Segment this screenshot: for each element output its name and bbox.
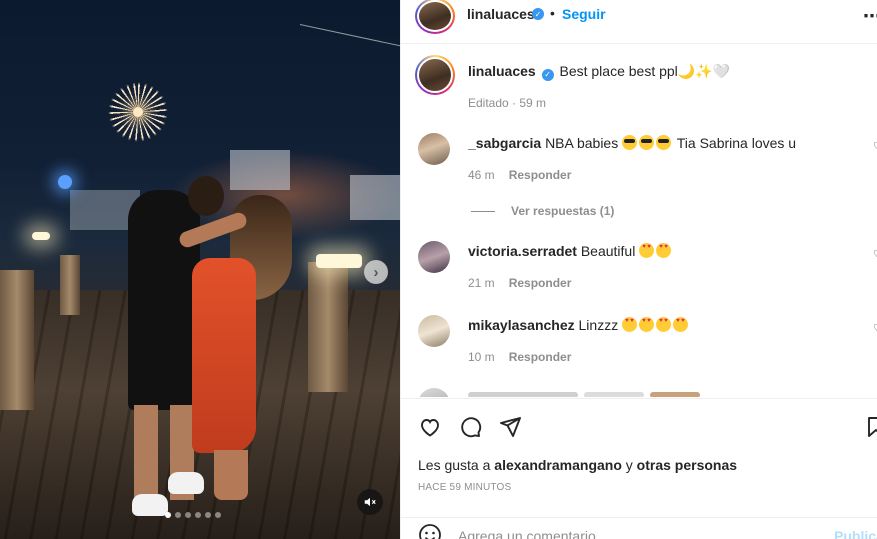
add-comment-bar: Agrega un comentario... Publicar [401,517,877,539]
comment-username[interactable]: _sabgarcia [468,135,541,151]
commenter-avatar[interactable] [418,241,450,273]
boat [350,175,400,220]
shoe [132,494,168,516]
woman-legs [214,450,248,500]
like-comment-icon[interactable]: ♡ [873,140,877,153]
view-replies-label: Ver respuestas (1) [511,204,615,218]
likes-joiner: y [625,457,633,473]
comment-text: victoria.serradet Beautiful [468,243,673,259]
slide-indicator [165,512,221,518]
dock-post [60,255,80,315]
commenter-avatar[interactable] [418,388,450,397]
emoji-group [622,317,690,333]
slide-dot [205,512,211,518]
chevron-right-icon: › [373,263,379,281]
dock-lamp [316,254,362,268]
post-media[interactable]: › [0,0,400,539]
comment-body: NBA babies [545,135,619,151]
like-heart-icon[interactable] [418,415,442,439]
comment-time: 21 m [468,276,495,290]
view-replies-button[interactable]: Ver respuestas (1) [471,204,614,218]
commenter-avatar[interactable] [418,315,450,347]
blue-light [58,175,72,189]
mute-button[interactable] [357,489,383,515]
caption-avatar[interactable] [415,55,455,95]
comment-username[interactable]: victoria.serradet [468,243,577,259]
comment-meta: 10 m Responder [468,350,571,364]
light-streak [299,24,400,48]
slide-dot [195,512,201,518]
reply-button[interactable]: Responder [509,276,572,290]
commenter-avatar[interactable] [418,133,450,165]
author-avatar[interactable] [415,0,455,34]
slide-dot [215,512,221,518]
like-comment-icon[interactable]: ♡ [873,248,877,261]
comment-username[interactable]: mikaylasanchez [468,317,575,333]
post-timestamp: HACE 59 MINUTOS [418,482,512,493]
emoji-picker-icon[interactable] [418,523,442,539]
likes-summary: Les gusta a alexandramangano y otras per… [418,457,737,473]
post-actions: Les gusta a alexandramangano y otras per… [401,398,877,539]
post-side-panel: linaluaces ✓ • Seguir ⋯ linaluaces ✓ Bes… [400,0,877,539]
speaker-muted-icon [364,497,376,507]
comment-body: Linzzz [578,317,619,333]
comment-time: 10 m [468,350,495,364]
comment-time: 46 m [468,168,495,182]
dock-lamp [32,232,50,240]
comment-bubble-icon[interactable] [458,415,482,439]
shoe [168,472,204,494]
slide-dot [165,512,171,518]
slide-dot [185,512,191,518]
likes-others-link[interactable]: otras personas [637,457,737,473]
dock-post [308,262,348,392]
comment-meta: 46 m Responder [468,168,571,182]
dock-post [0,270,34,410]
share-send-icon[interactable] [498,415,522,439]
comment-body: Beautiful [580,243,636,259]
slide-dot [175,512,181,518]
comment-meta: 21 m Responder [468,276,571,290]
verified-badge-icon: ✓ [532,8,544,20]
caption-text: Best place best ppl🌙✨🤍 [559,63,731,79]
author-username[interactable]: linaluaces [467,6,535,22]
comments-list[interactable]: linaluaces ✓ Best place best ppl🌙✨🤍 Edit… [401,45,877,397]
man-figure [128,190,200,410]
caption-username[interactable]: linaluaces [468,63,536,79]
comment-body-continued: Tia Sabrina loves u [676,135,797,151]
next-comment-preview [468,392,728,397]
comment-text: mikaylasanchez Linzzz [468,317,690,333]
header-separator: • [550,5,555,21]
like-comment-icon[interactable]: ♡ [873,322,877,335]
woman-red-dress [192,258,256,453]
follow-button[interactable]: Seguir [562,6,606,22]
post-header: linaluaces ✓ • Seguir ⋯ [401,0,877,44]
publish-button[interactable]: Publicar [834,528,877,539]
next-slide-button[interactable]: › [364,260,388,284]
reply-button[interactable]: Responder [509,168,572,182]
caption-meta: Editado · 59 m [468,96,547,110]
caption: linaluaces ✓ Best place best ppl🌙✨🤍 [468,63,730,81]
emoji-group [639,243,673,259]
verified-badge-icon: ✓ [541,68,554,81]
likes-prefix: Les gusta a [418,457,491,473]
save-bookmark-icon[interactable] [864,415,877,439]
reply-button[interactable]: Responder [509,350,572,364]
likes-user-link[interactable]: alexandramangano [494,457,622,473]
firework-core [133,107,143,117]
comment-text: _sabgarcia NBA babies Tia Sabrina loves … [468,135,796,151]
emoji-group [622,135,673,151]
man-head [188,176,224,216]
boat [230,150,290,190]
comment-input[interactable]: Agrega un comentario... [458,528,607,539]
more-options-icon[interactable]: ⋯ [863,6,877,27]
